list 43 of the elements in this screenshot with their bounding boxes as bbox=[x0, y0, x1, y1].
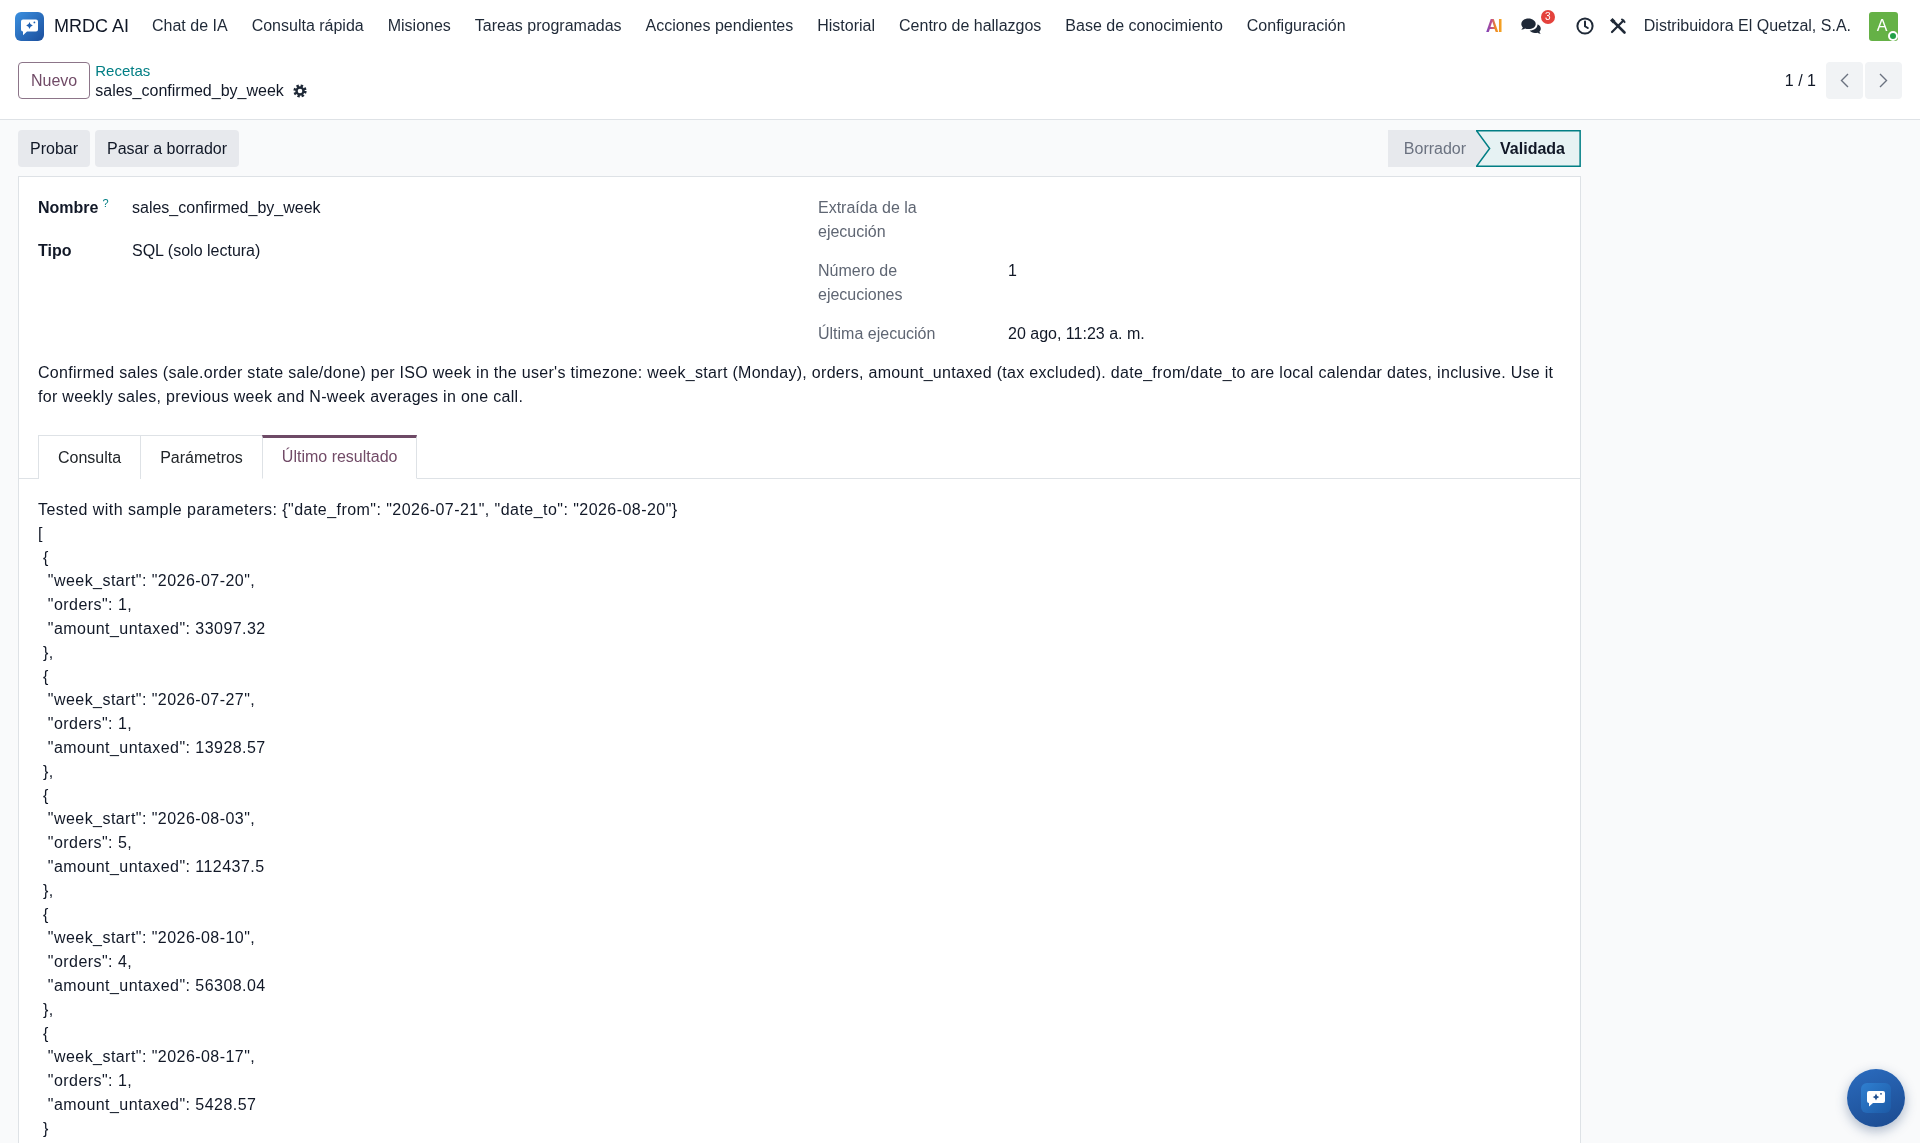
message-count-badge: 3 bbox=[1540, 9, 1555, 24]
tab[interactable]: Consulta bbox=[38, 435, 142, 479]
recipe-description: Confirmed sales (sale.order state sale/done) per ISO week in the user's timezone: week_start (Monday), orders, amount_untaxed (tax excluded). date_from/date_to are local calendar dates, inclusive. Use it for weekly sales, previous week and N-week averages in one call. bbox=[38, 363, 1555, 407]
new-button[interactable]: Nuevo bbox=[18, 62, 91, 99]
field-label: Número de ejecuciones bbox=[818, 262, 903, 303]
field-label: Extraída de la ejecución bbox=[818, 199, 917, 240]
app-logo-icon[interactable] bbox=[15, 11, 44, 41]
result-output: Tested with sample parameters: {"date_from": "2026-07-21", "date_to": "2026-08-20"} [ { "week_start": "2026-07-20", "orders": 1, "amount_untaxed": 33097.32 }, { "week_start": "2026-07-27", "orders": 1, "amount_untaxed": 13928.57 }, { "week_start": "2026-08-03", "orders": 5, "amount_untaxed": 112437.5 }, { "week_start": "2026-08-10", "orders": 4, "amount_untaxed": 56308.04 }, { "week_start": "2026-08-17", "orders": 1, "amount_untaxed": 5428.57 } bbox=[38, 500, 679, 1139]
chat-bubbles-icon[interactable] bbox=[1520, 17, 1541, 35]
tab[interactable]: Parámetros bbox=[140, 435, 263, 479]
company-name[interactable]: Distribuidora El Quetzal, S.A. bbox=[1643, 14, 1851, 38]
chevron-right-icon bbox=[1879, 73, 1888, 88]
menu-item[interactable]: Consulta rápida bbox=[239, 14, 376, 38]
field-label: Tipo bbox=[38, 241, 72, 261]
menu-item[interactable]: Configuración bbox=[1234, 14, 1358, 38]
menu-item[interactable]: Chat de IA bbox=[140, 14, 240, 38]
action-button[interactable]: Probar bbox=[18, 130, 91, 167]
status-stage-button[interactable]: Validada bbox=[1476, 130, 1581, 167]
field-label: Última ejecución bbox=[818, 325, 936, 342]
field-value: SQL (solo lectura) bbox=[132, 242, 261, 259]
menu-item[interactable]: Tareas programadas bbox=[462, 14, 634, 38]
action-button[interactable]: Pasar a borrador bbox=[95, 130, 240, 167]
tab[interactable]: Último resultado bbox=[261, 435, 418, 479]
field-value: sales_confirmed_by_week bbox=[132, 199, 321, 216]
menu-item[interactable]: Base de conocimiento bbox=[1053, 14, 1235, 38]
field-value: 1 bbox=[1008, 262, 1017, 279]
clock-icon[interactable] bbox=[1575, 17, 1594, 35]
menu-item[interactable]: Centro de hallazgos bbox=[887, 14, 1054, 38]
assistant-chat-button[interactable] bbox=[1847, 1069, 1905, 1127]
menu-item[interactable]: Acciones pendientes bbox=[633, 14, 806, 38]
field-value: 20 ago, 11:23 a. m. bbox=[1008, 325, 1145, 342]
app-brand-name[interactable]: MRDC AI bbox=[54, 12, 129, 40]
record-name: sales_confirmed_by_week bbox=[95, 81, 284, 101]
menu-item[interactable]: Misiones bbox=[375, 14, 463, 38]
tools-icon[interactable] bbox=[1608, 17, 1627, 35]
pager-counter: 1 / 1 bbox=[1784, 71, 1816, 91]
breadcrumb-link[interactable]: Recetas bbox=[95, 61, 151, 81]
chevron-left-icon bbox=[1840, 73, 1849, 88]
settings-icon[interactable] bbox=[292, 84, 307, 98]
menu-item[interactable]: Historial bbox=[805, 14, 888, 38]
chat-sparkle-icon bbox=[1861, 1083, 1891, 1113]
field-label: Nombre bbox=[38, 198, 99, 218]
help-marker[interactable]: ? bbox=[102, 196, 109, 210]
